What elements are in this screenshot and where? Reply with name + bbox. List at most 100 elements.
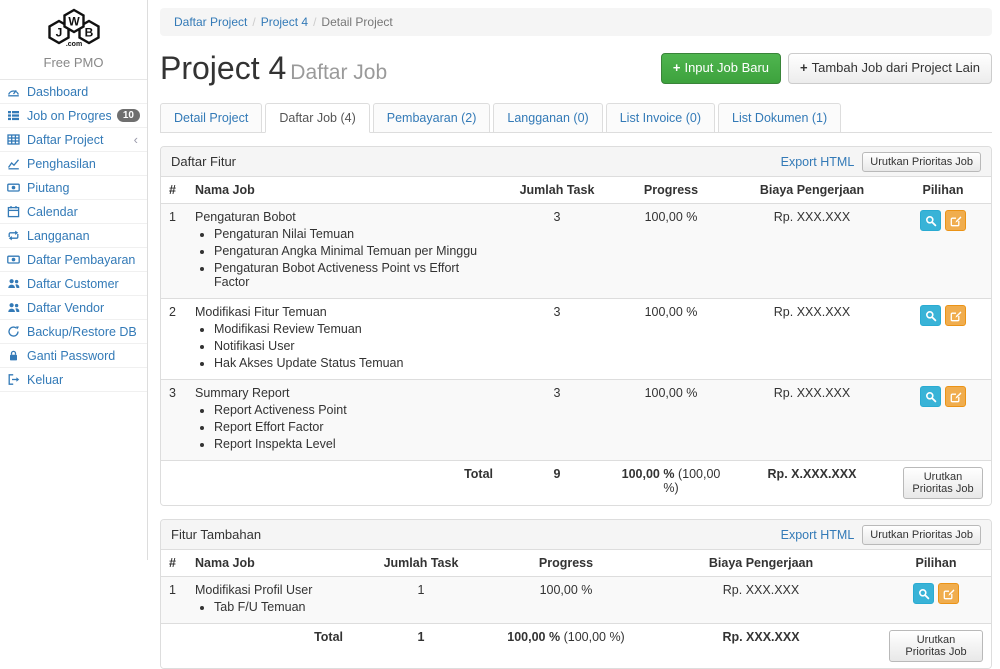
subtask-item: Report Activeness Point — [214, 403, 493, 417]
users-icon — [7, 277, 21, 290]
sidebar-item-label: Daftar Pembayaran — [27, 253, 140, 267]
sidebar-item-job-on-progress[interactable]: Job on Progress 10 — [0, 104, 147, 128]
edit-job-button[interactable] — [945, 210, 966, 231]
total-tasks: 9 — [501, 461, 613, 506]
sidebar-item-label: Calendar — [27, 205, 140, 219]
input-job-baru-button[interactable]: +Input Job Baru — [661, 53, 781, 83]
button-label: Tambah Job dari Project Lain — [812, 60, 980, 75]
total-progress: 100,00 % — [507, 630, 560, 644]
sidebar-item-penghasilan[interactable]: Penghasilan — [0, 152, 147, 176]
jumlah-task-value: 1 — [351, 577, 491, 624]
edit-job-button[interactable] — [945, 386, 966, 407]
plus-icon: + — [673, 60, 681, 75]
col-progress: Progress — [491, 550, 641, 577]
edit-job-button[interactable] — [938, 583, 959, 604]
retweet-icon — [7, 229, 21, 242]
money-icon — [7, 181, 21, 194]
sidebar-item-daftar-pembayaran[interactable]: Daftar Pembayaran — [0, 248, 147, 272]
col-jumlah-task: Jumlah Task — [351, 550, 491, 577]
tab-detail-project[interactable]: Detail Project — [160, 103, 262, 133]
sidebar-item-label: Dashboard — [27, 85, 140, 99]
table-row: 3 Summary Report Report Activeness Point… — [161, 380, 991, 461]
sidebar-item-langganan[interactable]: Langganan — [0, 224, 147, 248]
jumlah-task-value: 3 — [501, 299, 613, 380]
page-title: Project 4Daftar Job — [160, 50, 387, 87]
export-html-link[interactable]: Export HTML — [781, 155, 855, 169]
col-nama-job: Nama Job — [187, 177, 501, 204]
sidebar-item-label: Daftar Vendor — [27, 301, 140, 315]
sidebar-item-keluar[interactable]: Keluar — [0, 368, 147, 392]
progress-value: 100,00 % — [613, 204, 729, 299]
subtask-list: Tab F/U Temuan — [201, 600, 343, 614]
sidebar-item-piutang[interactable]: Piutang — [0, 176, 147, 200]
tab-list-invoice[interactable]: List Invoice (0) — [606, 103, 715, 133]
col-jumlah-task: Jumlah Task — [501, 177, 613, 204]
col-progress: Progress — [613, 177, 729, 204]
breadcrumb-link-project-4[interactable]: Project 4 — [261, 15, 308, 29]
daftar-fitur-table: # Nama Job Jumlah Task Progress Biaya Pe… — [161, 177, 991, 505]
table-row: 1 Modifikasi Profil User Tab F/U Temuan … — [161, 577, 991, 624]
subtask-list: Pengaturan Nilai Temuan Pengaturan Angka… — [201, 227, 493, 289]
edit-job-button[interactable] — [945, 305, 966, 326]
button-label: Input Job Baru — [684, 60, 769, 75]
logo-letter-j: J — [55, 26, 62, 40]
view-job-button[interactable] — [913, 583, 934, 604]
sidebar-item-daftar-project[interactable]: Daftar Project ‹ — [0, 128, 147, 152]
view-job-button[interactable] — [920, 210, 941, 231]
biaya-value: Rp. XXX.XXX — [729, 204, 895, 299]
lock-icon — [7, 349, 21, 362]
job-name: Modifikasi Profil User — [195, 583, 343, 597]
tab-list-dokumen[interactable]: List Dokumen (1) — [718, 103, 841, 133]
breadcrumb-separator: / — [252, 15, 255, 29]
tab-daftar-job[interactable]: Daftar Job (4) — [265, 103, 369, 133]
sidebar-item-dashboard[interactable]: Dashboard — [0, 80, 147, 104]
sidebar-item-ganti-password[interactable]: Ganti Password — [0, 344, 147, 368]
subtask-list: Modifikasi Review Temuan Notifikasi User… — [201, 322, 493, 370]
biaya-value: Rp. XXX.XXX — [729, 380, 895, 461]
sidebar-item-daftar-customer[interactable]: Daftar Customer — [0, 272, 147, 296]
jumlah-task-value: 3 — [501, 380, 613, 461]
urutkan-prioritas-job-button[interactable]: Urutkan Prioritas Job — [862, 525, 981, 545]
sidebar-item-backup-restore-db[interactable]: Backup/Restore DB — [0, 320, 147, 344]
logo-com: .com — [65, 41, 81, 48]
job-list-icon — [7, 109, 21, 122]
table-row: 2 Modifikasi Fitur Temuan Modifikasi Rev… — [161, 299, 991, 380]
panel-title: Fitur Tambahan — [171, 527, 261, 542]
export-html-link[interactable]: Export HTML — [781, 528, 855, 542]
job-name: Modifikasi Fitur Temuan — [195, 305, 493, 319]
panel-fitur-tambahan: Fitur Tambahan Export HTML Urutkan Prior… — [160, 519, 992, 669]
sidebar-item-label: Ganti Password — [27, 349, 140, 363]
table-header-row: # Nama Job Jumlah Task Progress Biaya Pe… — [161, 177, 991, 204]
tab-pembayaran[interactable]: Pembayaran (2) — [373, 103, 491, 133]
subtask-item: Hak Akses Update Status Temuan — [214, 356, 493, 370]
sidebar: J B W .com Free PMO Dashboard Job on Pro… — [0, 0, 148, 560]
subtask-item: Report Effort Factor — [214, 420, 493, 434]
main-content: Daftar Project/Project 4/Detail Project … — [148, 0, 1000, 560]
money-icon — [7, 253, 21, 266]
subtask-item: Notifikasi User — [214, 339, 493, 353]
progress-value: 100,00 % — [613, 380, 729, 461]
col-nama-job: Nama Job — [187, 550, 351, 577]
progress-value: 100,00 % — [613, 299, 729, 380]
tambah-job-dari-project-lain-button[interactable]: +Tambah Job dari Project Lain — [788, 53, 992, 83]
line-chart-icon — [7, 157, 21, 170]
table-icon — [7, 133, 21, 146]
tab-langganan[interactable]: Langganan (0) — [493, 103, 602, 133]
breadcrumb-separator: / — [313, 15, 316, 29]
sidebar-item-daftar-vendor[interactable]: Daftar Vendor — [0, 296, 147, 320]
sidebar-item-label: Daftar Project — [27, 133, 128, 147]
urutkan-prioritas-job-button[interactable]: Urutkan Prioritas Job — [862, 152, 981, 172]
view-job-button[interactable] — [920, 305, 941, 326]
total-label: Total — [187, 461, 501, 506]
breadcrumb-link-daftar-project[interactable]: Daftar Project — [174, 15, 247, 29]
jumlah-task-value: 3 — [501, 204, 613, 299]
view-job-button[interactable] — [920, 386, 941, 407]
panel-daftar-fitur: Daftar Fitur Export HTML Urutkan Priorit… — [160, 146, 992, 506]
sidebar-item-label: Keluar — [27, 373, 140, 387]
biaya-value: Rp. XXX.XXX — [729, 299, 895, 380]
users-icon — [7, 301, 21, 314]
urutkan-prioritas-job-button[interactable]: Urutkan Prioritas Job — [903, 467, 983, 499]
urutkan-prioritas-job-button[interactable]: Urutkan Prioritas Job — [889, 630, 983, 662]
sidebar-item-calendar[interactable]: Calendar — [0, 200, 147, 224]
brand-name: Free PMO — [0, 55, 147, 70]
